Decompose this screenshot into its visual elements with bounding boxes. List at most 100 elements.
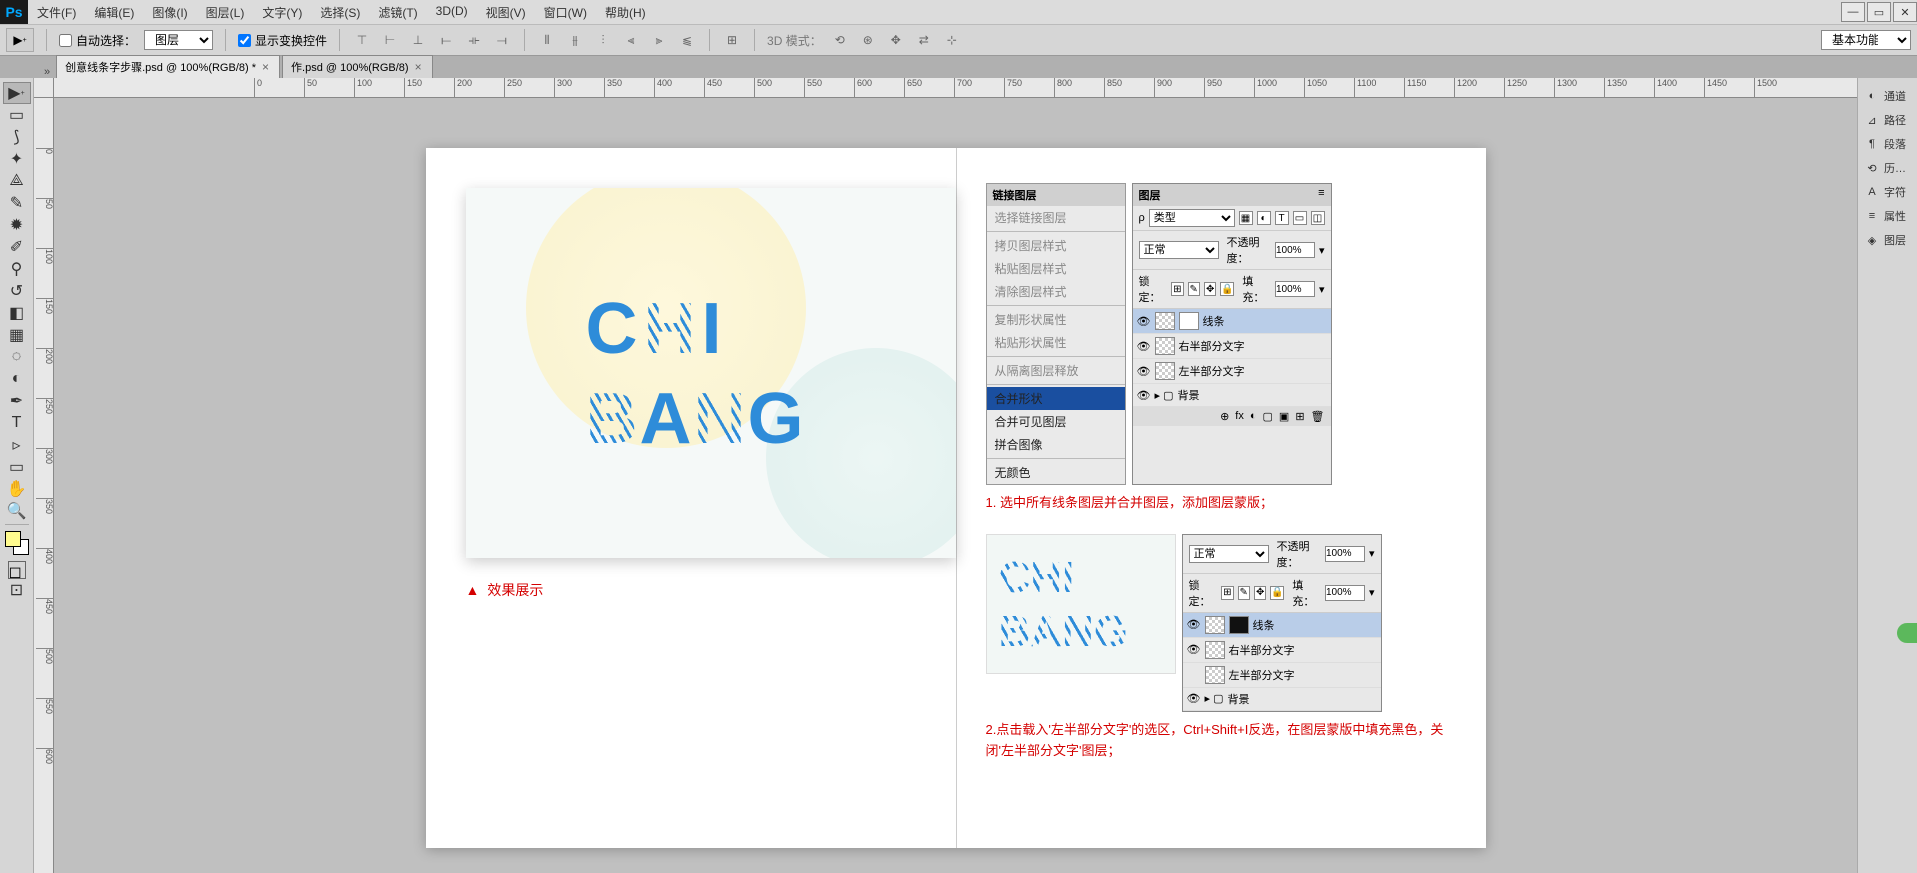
menu-view[interactable]: 视图(V)	[477, 1, 535, 24]
canvas-scroll[interactable]: CHI BANG ▲ 效果展示 链接图层选择链接图层拷贝图层样式粘贴图层样式清	[54, 98, 1857, 873]
menu-file[interactable]: 文件(F)	[28, 1, 85, 24]
screen-mode-icon[interactable]: ⊡	[3, 579, 31, 601]
menu-3d[interactable]: 3D(D)	[427, 1, 477, 24]
panel-tab[interactable]: ⊿路径	[1858, 108, 1917, 132]
panel-tab[interactable]: ⟲历…	[1858, 156, 1917, 180]
menu-type[interactable]: 文字(Y)	[253, 1, 311, 24]
auto-select-check[interactable]: 自动选择：	[59, 32, 136, 49]
layer-row[interactable]: 👁线条	[1133, 309, 1331, 334]
visibility-icon[interactable]: 👁	[1137, 340, 1151, 353]
tab-doc2[interactable]: 作.psd @ 100%(RGB/8) ×	[282, 55, 433, 78]
auto-select-checkbox[interactable]	[59, 34, 72, 47]
stamp-tool[interactable]: ⚲	[3, 258, 31, 280]
tab-doc1[interactable]: 创意线条字步骤.psd @ 100%(RGB/8) * ×	[56, 55, 280, 78]
type-tool[interactable]: T	[3, 412, 31, 434]
align-right-icon[interactable]: ⟞	[492, 30, 512, 50]
menu-image[interactable]: 图像(I)	[143, 1, 196, 24]
spot-heal-tool[interactable]: ✹	[3, 214, 31, 236]
color-swatch[interactable]	[5, 531, 29, 555]
context-item[interactable]: 合并形状	[987, 387, 1125, 410]
eraser-tool[interactable]: ◧	[3, 302, 31, 324]
dist-h3-icon[interactable]: ⫶	[593, 30, 613, 50]
shape-tool[interactable]: ▭	[3, 456, 31, 478]
3d-scale-icon[interactable]: ⊹	[942, 30, 962, 50]
context-item[interactable]: 从隔离图层释放	[987, 359, 1125, 382]
3d-roll-icon[interactable]: ⊛	[858, 30, 878, 50]
dist-h1-icon[interactable]: ⫴	[537, 30, 557, 50]
visibility-icon[interactable]: 👁	[1137, 389, 1151, 402]
3d-pan-icon[interactable]: ✥	[886, 30, 906, 50]
layer-row[interactable]: 👁线条	[1183, 613, 1381, 638]
assist-badge[interactable]	[1897, 623, 1917, 643]
auto-align-icon[interactable]: ⊞	[722, 30, 742, 50]
menu-edit[interactable]: 编辑(E)	[85, 1, 143, 24]
context-item[interactable]: 合并可见图层	[987, 410, 1125, 433]
menu-filter[interactable]: 滤镜(T)	[369, 1, 426, 24]
menu-layer[interactable]: 图层(L)	[197, 1, 254, 24]
marquee-tool[interactable]: ▭	[3, 104, 31, 126]
eyedropper-tool[interactable]: ✎	[3, 192, 31, 214]
panel-tab[interactable]: ◐通道	[1858, 84, 1917, 108]
maximize-button[interactable]: ▭	[1867, 2, 1891, 22]
align-vcenter-icon[interactable]: ⊢	[380, 30, 400, 50]
align-hcenter-icon[interactable]: ⟛	[464, 30, 484, 50]
align-left-icon[interactable]: ⟝	[436, 30, 456, 50]
visibility-icon[interactable]: 👁	[1137, 315, 1151, 328]
gradient-tool[interactable]: ▦	[3, 324, 31, 346]
context-item[interactable]: 复制形状属性	[987, 308, 1125, 331]
layer-row[interactable]: 👁右半部分文字	[1133, 334, 1331, 359]
layer-row[interactable]: 👁左半部分文字	[1133, 359, 1331, 384]
show-transform-check[interactable]: 显示变换控件	[238, 32, 327, 49]
pen-tool[interactable]: ✒	[3, 390, 31, 412]
context-item[interactable]: 清除图层样式	[987, 280, 1125, 303]
quick-mask-icon[interactable]: ◻	[8, 561, 26, 579]
lasso-tool[interactable]: ⟆	[3, 126, 31, 148]
hand-tool[interactable]: ✋	[3, 478, 31, 500]
3d-slide-icon[interactable]: ⇄	[914, 30, 934, 50]
3d-orbit-icon[interactable]: ⟲	[830, 30, 850, 50]
magic-wand-tool[interactable]: ✦	[3, 148, 31, 170]
visibility-icon[interactable]: 👁	[1187, 618, 1201, 631]
tab-arrow-right[interactable]: »	[38, 66, 56, 78]
context-item[interactable]: 拷贝图层样式	[987, 234, 1125, 257]
dist-v2-icon[interactable]: ⫸	[649, 30, 669, 50]
path-select-tool[interactable]: ▹	[3, 434, 31, 456]
align-top-icon[interactable]: ⊤	[352, 30, 372, 50]
dist-v3-icon[interactable]: ⫹	[677, 30, 697, 50]
visibility-icon[interactable]: 👁	[1187, 692, 1201, 705]
minimize-button[interactable]: —	[1841, 2, 1865, 22]
panel-tab[interactable]: A字符	[1858, 180, 1917, 204]
show-transform-checkbox[interactable]	[238, 34, 251, 47]
menu-help[interactable]: 帮助(H)	[596, 1, 655, 24]
blur-tool[interactable]: ◌	[3, 346, 31, 368]
close-button[interactable]: ✕	[1893, 2, 1917, 22]
visibility-icon[interactable]: 👁	[1187, 643, 1201, 656]
context-item[interactable]: 粘贴形状属性	[987, 331, 1125, 354]
zoom-tool[interactable]: 🔍	[3, 500, 31, 522]
panel-menu-icon[interactable]: ≡	[1318, 187, 1324, 203]
move-tool[interactable]: ▶+	[3, 82, 31, 104]
close-icon[interactable]: ×	[260, 60, 271, 74]
dist-h2-icon[interactable]: ⫵	[565, 30, 585, 50]
layer-row[interactable]: 👁▸ ▢背景	[1133, 384, 1331, 407]
layer-row[interactable]: 左半部分文字	[1183, 663, 1381, 688]
current-tool-icon[interactable]: ▶+	[6, 28, 34, 52]
history-brush-tool[interactable]: ↺	[3, 280, 31, 302]
context-item[interactable]: 无颜色	[987, 461, 1125, 484]
align-bottom-icon[interactable]: ⊥	[408, 30, 428, 50]
brush-tool[interactable]: ✐	[3, 236, 31, 258]
context-item[interactable]: 拼合图像	[987, 433, 1125, 456]
dist-v1-icon[interactable]: ⫷	[621, 30, 641, 50]
layer-row[interactable]: 👁右半部分文字	[1183, 638, 1381, 663]
close-icon[interactable]: ×	[413, 60, 424, 74]
panel-tab[interactable]: ¶段落	[1858, 132, 1917, 156]
panel-tab[interactable]: ≡属性	[1858, 204, 1917, 228]
dodge-tool[interactable]: ◐	[3, 368, 31, 390]
visibility-icon[interactable]: 👁	[1137, 365, 1151, 378]
menu-window[interactable]: 窗口(W)	[535, 1, 596, 24]
auto-select-type[interactable]: 图层	[144, 30, 213, 50]
layer-row[interactable]: 👁▸ ▢背景	[1183, 688, 1381, 711]
menu-select[interactable]: 选择(S)	[311, 1, 369, 24]
context-item[interactable]: 粘贴图层样式	[987, 257, 1125, 280]
workspace-switcher[interactable]: 基本功能	[1821, 30, 1911, 50]
